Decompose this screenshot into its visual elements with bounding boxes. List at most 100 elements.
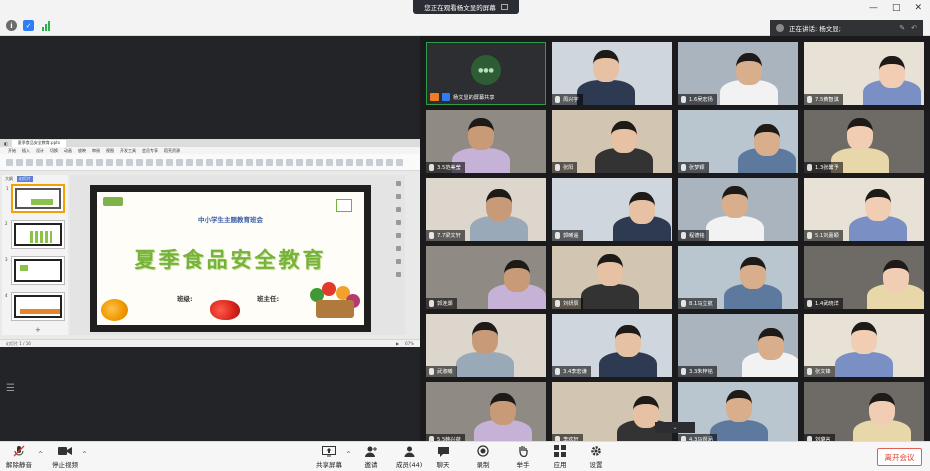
ribbon-tool-icon[interactable] [236,158,243,166]
ribbon-tool-icon[interactable] [166,158,173,166]
slide-thumbnail[interactable]: 1 [6,184,65,213]
side-tool-icon[interactable] [395,220,401,225]
participant-video-tile[interactable]: 5.5韩兴荷 [426,382,546,445]
ribbon-tool-icon[interactable] [356,158,363,166]
leave-meeting-button[interactable]: 离开会议 [877,448,922,466]
ribbon-tool-icon[interactable] [106,158,113,166]
members-button[interactable]: 成员(44) [396,445,422,469]
ppt-menu-item[interactable]: 设计 [36,148,44,154]
participant-video-tile[interactable]: 张文锋 [804,314,924,377]
participant-video-tile[interactable]: 郭连灏 [426,246,546,309]
ribbon-tool-icon[interactable] [196,158,203,166]
side-tool-icon[interactable] [395,181,401,186]
add-slide-icon[interactable]: + [35,326,41,334]
ribbon-tool-icon[interactable] [146,158,153,166]
share-screen-button[interactable]: 共享屏幕 [316,445,342,469]
chat-button[interactable]: 聊天 [436,445,450,469]
screen-share-banner[interactable]: 您正在观看杨文显的屏幕 [413,0,519,14]
ribbon-tool-icon[interactable] [396,158,403,166]
ribbon-tool-icon[interactable] [276,158,283,166]
ppt-menu-item[interactable]: 动画 [64,148,72,154]
slide-thumbnail[interactable]: 3 [5,256,65,285]
participant-video-tile[interactable]: 刘璐言 [804,382,924,445]
side-tool-icon[interactable] [395,233,401,238]
current-slide[interactable]: 中小学生主题教育班会 夏季食品安全教育 班级: 班主任: [90,185,371,332]
ribbon-tool-icon[interactable] [76,158,83,166]
ribbon-tool-icon[interactable] [306,158,313,166]
ribbon-tool-icon[interactable] [216,158,223,166]
ppt-menu-item[interactable]: 会员专享 [142,148,158,154]
participant-video-tile[interactable]: 武淑曦 [426,314,546,377]
ribbon-tool-icon[interactable] [336,158,343,166]
ribbon-tool-icon[interactable] [176,158,183,166]
audio-options-chevron-icon[interactable]: ^ [38,451,43,458]
ribbon-tool-icon[interactable] [96,158,103,166]
apps-button[interactable]: 应用 [553,445,567,469]
video-options-chevron-icon[interactable]: ^ [82,451,87,458]
participant-video-tile[interactable]: 周兴宇 [552,42,672,105]
ribbon-tool-icon[interactable] [246,158,253,166]
annotate-icon[interactable]: ✎ [899,24,905,32]
ribbon-tool-icon[interactable] [286,158,293,166]
raise-hand-button[interactable]: 举手 [516,445,530,469]
ribbon-tool-icon[interactable] [316,158,323,166]
ppt-menu-item[interactable]: 开始 [8,148,16,154]
settings-button[interactable]: 设置 [589,445,603,469]
menu-icon[interactable]: ☰ [6,383,18,395]
participant-video-tile[interactable]: 张阳 [552,110,672,173]
participant-video-tile[interactable]: 1.4武晓洋 [804,246,924,309]
view-options-icon[interactable] [500,4,508,10]
ribbon-tool-icon[interactable] [36,158,43,166]
participant-video-tile[interactable]: 3.3朱梓铭 [678,314,798,377]
ribbon-tool-icon[interactable] [46,158,53,166]
side-tool-icon[interactable] [395,246,401,251]
side-tool-icon[interactable] [395,194,401,199]
participant-video-tile[interactable]: 李欢轩 [552,382,672,445]
ppt-menu-item[interactable]: 切换 [50,148,58,154]
ppt-menu-item[interactable]: 放映 [78,148,86,154]
ribbon-tool-icon[interactable] [156,158,163,166]
outline-tab[interactable]: 大纲 [5,176,13,182]
ribbon-tool-icon[interactable] [206,158,213,166]
participant-video-tile[interactable]: 刘妍辰 [552,246,672,309]
stop-video-button[interactable]: 停止视频 [52,445,78,469]
ribbon-tool-icon[interactable] [86,158,93,166]
ppt-menu-item[interactable]: 审阅 [92,148,100,154]
close-icon[interactable]: ✕ [914,3,922,13]
play-slideshow-icon[interactable]: ▶ [396,341,399,346]
ribbon-tool-icon[interactable] [346,158,353,166]
ppt-menu-item[interactable]: 插入 [22,148,30,154]
ribbon-tool-icon[interactable] [386,158,393,166]
participant-video-tile[interactable]: 7.7梁文轩 [426,178,546,241]
ribbon-tool-icon[interactable] [56,158,63,166]
ppt-menu-item[interactable]: 视图 [106,148,114,154]
ppt-menu-item[interactable]: 稻壳资源 [164,148,180,154]
participant-video-tile[interactable]: 1.3张馨予 [804,110,924,173]
ribbon-tool-icon[interactable] [376,158,383,166]
ribbon-tool-icon[interactable] [66,158,73,166]
ribbon-tool-icon[interactable] [186,158,193,166]
ribbon-tool-icon[interactable] [266,158,273,166]
participant-video-tile[interactable]: 4.3马煜涵 [678,382,798,445]
participant-video-tile[interactable]: 1.6吴宏扬 [678,42,798,105]
slide-thumbnail[interactable]: 4 [5,292,65,321]
invite-button[interactable]: 邀请 [364,445,378,469]
ribbon-tool-icon[interactable] [116,158,123,166]
ribbon-tool-icon[interactable] [256,158,263,166]
network-signal-icon[interactable] [40,20,51,31]
slide-thumbnail[interactable]: 2 [5,220,65,249]
participant-video-tile[interactable]: 7.5黄智淇 [804,42,924,105]
share-options-chevron-icon[interactable]: ^ [346,451,351,458]
info-icon[interactable]: i [6,20,17,31]
host-screen-share-tile[interactable]: ●●● 杨文显的屏幕共享 [426,42,546,105]
maximize-icon[interactable]: □ [892,3,901,13]
side-tool-icon[interactable] [395,207,401,212]
ribbon-tool-icon[interactable] [126,158,133,166]
ribbon-tool-icon[interactable] [226,158,233,166]
side-tool-icon[interactable] [395,272,401,277]
ribbon-tool-icon[interactable] [136,158,143,166]
participant-video-tile[interactable]: 3.5范美莹 [426,110,546,173]
participant-video-tile[interactable]: 8.1马立航 [678,246,798,309]
minimize-icon[interactable]: — [869,3,878,13]
ribbon-tool-icon[interactable] [366,158,373,166]
